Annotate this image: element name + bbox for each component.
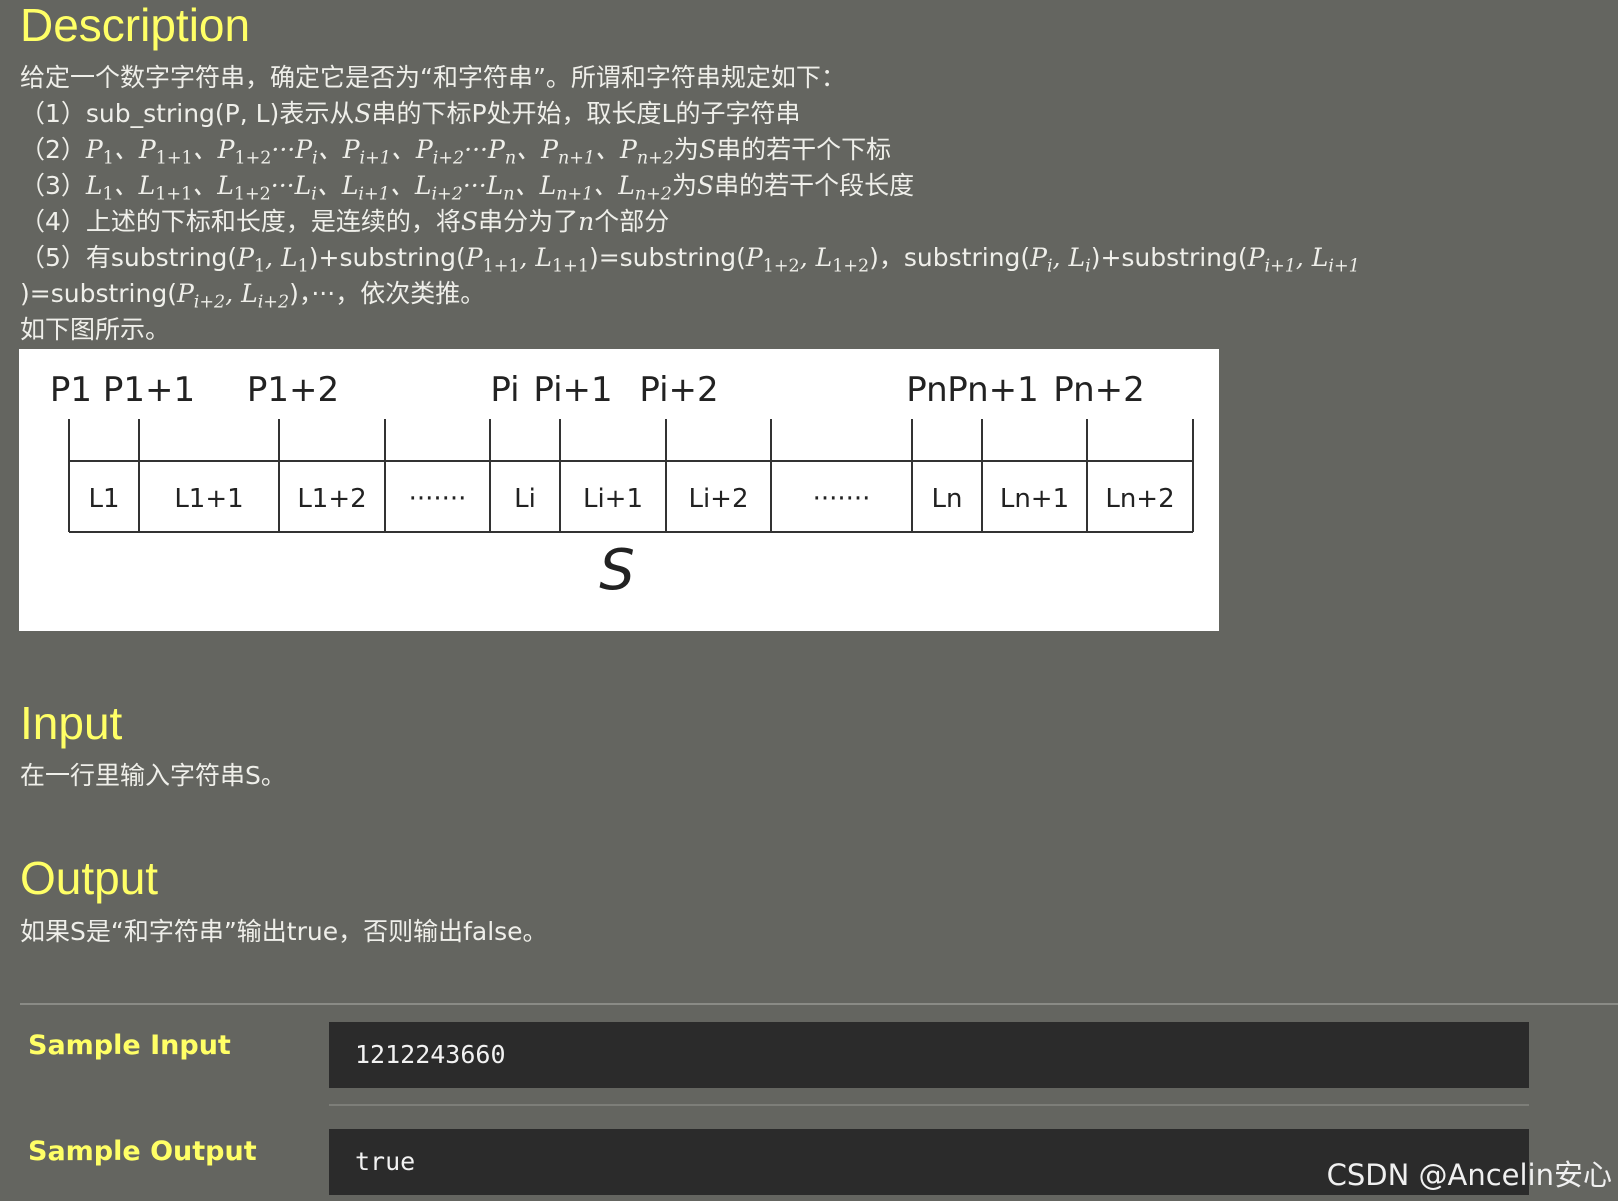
p-label: P1 <box>50 370 92 410</box>
input-heading: Input <box>20 697 123 749</box>
rule-1: （1）sub_string(P, L)表示从S串的下标P处开始，取长度L的子字符… <box>20 99 801 128</box>
description-heading: Description <box>20 0 251 51</box>
l-label: ······· <box>409 484 467 514</box>
watermark: CSDN @Ancelin安心 <box>1326 1158 1612 1192</box>
rule-4: （4）上述的下标和长度，是连续的，将S串分为了n个部分 <box>20 207 670 236</box>
section-divider <box>20 1003 1618 1005</box>
figure-caption: 如下图所示。 <box>20 315 171 344</box>
p-label: Pi+1 <box>533 370 612 410</box>
l-label: L1 <box>88 484 119 514</box>
sample-input-box[interactable]: 1212243660 <box>329 1022 1529 1088</box>
l-label: L1+2 <box>297 484 366 514</box>
sample-input-label: Sample Input <box>28 1030 231 1061</box>
p-label: Pn <box>906 370 947 410</box>
l-label: Li+1 <box>583 484 643 514</box>
output-heading: Output <box>20 852 159 904</box>
s-label: S <box>599 538 635 603</box>
p-label: P1+1 <box>103 370 195 410</box>
l-label: L1+1 <box>174 484 243 514</box>
substring-diagram: L1 L1+1 L1+2 ······· Li Li+1 Li+2 ······· Ln Ln+1… <box>19 349 1219 631</box>
l-label: Ln+2 <box>1105 484 1174 514</box>
p-label: Pi <box>490 370 519 410</box>
problem-page: Description 给定一个数字字符串，确定它是否为“和字符串”。所谓和字符… <box>0 0 1618 1201</box>
l-label: Ln+1 <box>1000 484 1069 514</box>
l-label: Li <box>514 484 536 514</box>
sample-separator <box>329 1104 1529 1106</box>
sample-output-label: Sample Output <box>28 1136 257 1167</box>
p-label: Pn+2 <box>1053 370 1145 410</box>
input-text: 在一行里输入字符串S。 <box>20 761 286 790</box>
description-intro: 给定一个数字字符串，确定它是否为“和字符串”。所谓和字符串规定如下： <box>20 63 846 92</box>
p-label: P1+2 <box>247 370 339 410</box>
diagram-svg: L1 L1+1 L1+2 ······· Li Li+1 Li+2 ······· Ln Ln+1… <box>50 370 1194 603</box>
l-label: Li+2 <box>688 484 748 514</box>
p-label: Pi+2 <box>639 370 718 410</box>
l-label: Ln <box>932 484 963 514</box>
l-label: ······· <box>813 484 871 514</box>
output-text: 如果S是“和字符串”输出true，否则输出false。 <box>20 917 548 946</box>
p-label: Pn+1 <box>947 370 1039 410</box>
